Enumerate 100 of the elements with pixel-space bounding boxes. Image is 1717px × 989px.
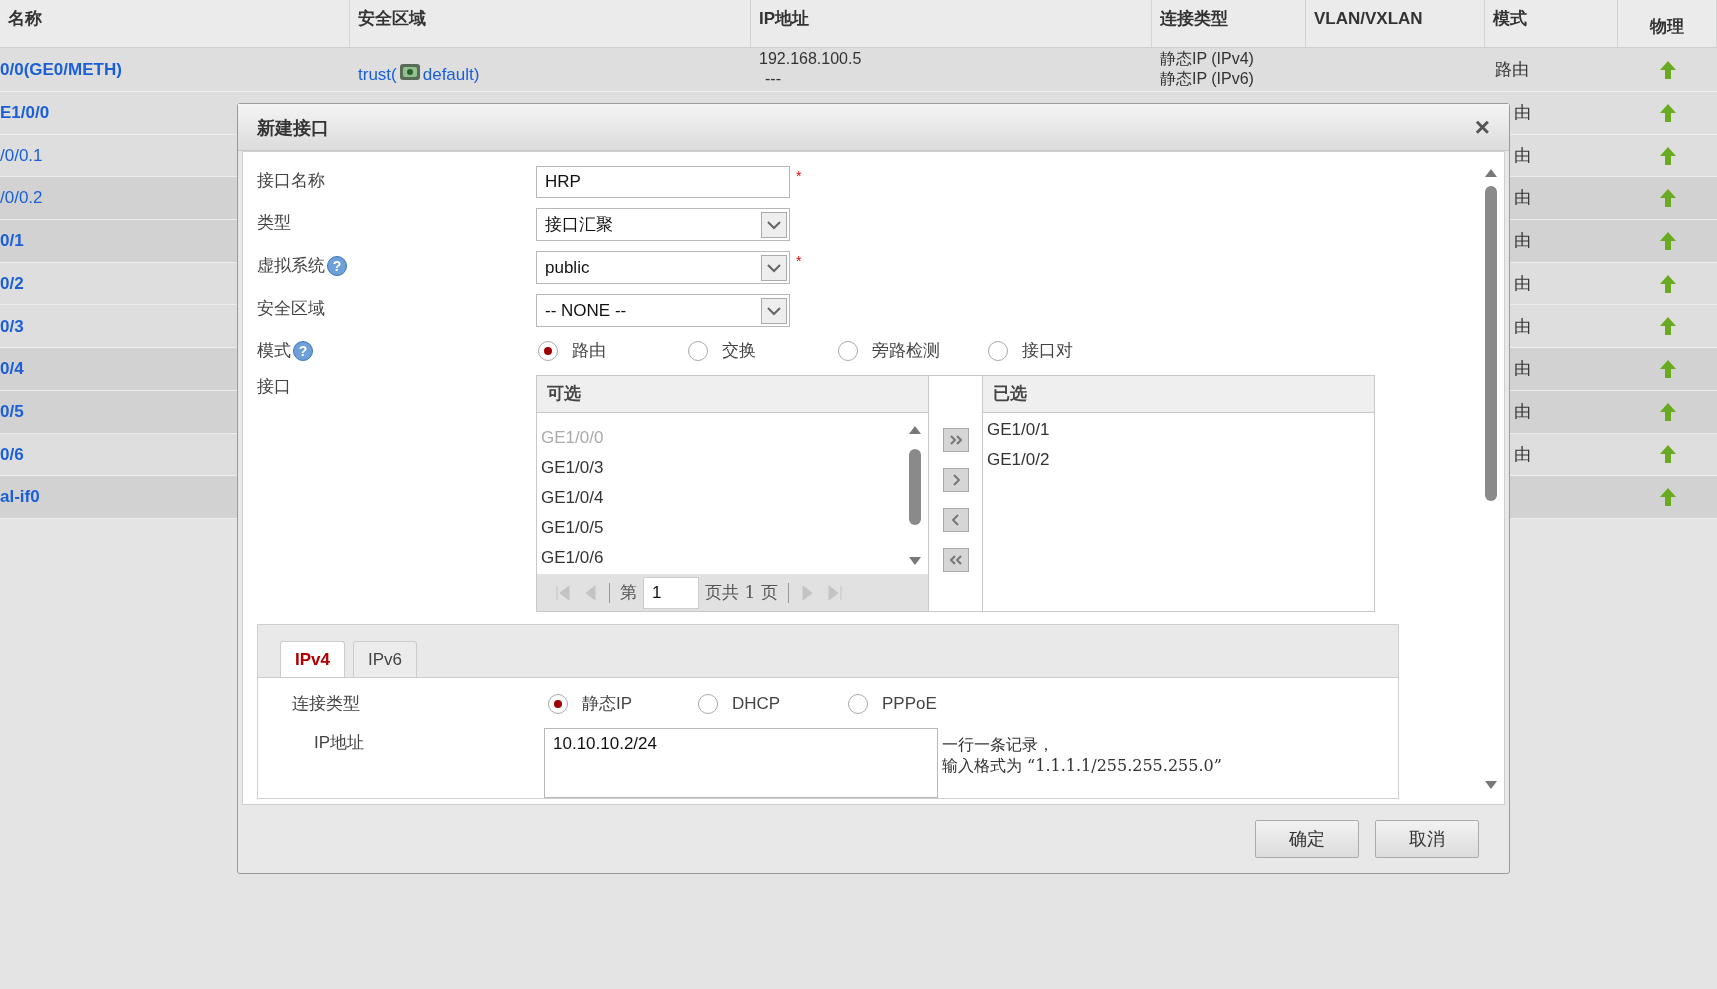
connection-type: 静态IP (IPv4) [1160, 49, 1254, 69]
list-item[interactable]: GE1/0/5 [541, 513, 902, 543]
page-field[interactable]: 1 [643, 576, 699, 609]
column-header[interactable]: 名称 [8, 6, 42, 32]
radio-label[interactable]: DHCP [732, 691, 781, 717]
dialog-button[interactable]: 取消 [1375, 820, 1479, 858]
interface-link[interactable]: 0/6 [0, 441, 24, 468]
up-arrow-icon [1658, 188, 1677, 209]
ip-address-field[interactable]: 10.10.10.2/24 [544, 728, 938, 798]
required-mark: * [796, 167, 802, 186]
field-label: 虚拟系统 [257, 254, 325, 278]
hint-text: 一行一条记录， [942, 734, 1055, 755]
up-arrow-icon [1658, 401, 1677, 422]
field-label: 接口名称 [257, 169, 325, 193]
mode-text: 由 [1513, 272, 1531, 295]
select-field[interactable]: 接口汇聚 [536, 208, 790, 241]
mode-text: 由 [1513, 358, 1531, 381]
move-button[interactable] [942, 428, 969, 452]
interface-link[interactable]: 0/2 [0, 270, 24, 297]
scroll-up-icon [908, 425, 922, 435]
zone-text[interactable]: default) [422, 61, 480, 88]
interface-link[interactable]: /0/0.2 [0, 185, 43, 211]
pager-label: 页共 1 页 [705, 580, 778, 604]
field-label: 安全区域 [257, 297, 325, 321]
radio-label[interactable]: 交换 [722, 338, 756, 364]
mode-text: 路由 [1494, 58, 1529, 81]
caret-icon [761, 211, 787, 238]
table-row[interactable]: 0/0(GE0/METH) trust( default) 192.168.100.5 --- 静态IP (IPv4) 静态IP (IPv6) 路由 [0, 48, 1717, 92]
ip-address: --- [764, 69, 781, 89]
interface-link[interactable]: al-if0 [0, 484, 40, 510]
radio-button[interactable] [548, 694, 568, 714]
interface-link[interactable]: 0/5 [0, 398, 24, 425]
radio-label[interactable]: 接口对 [1022, 338, 1073, 364]
scroll-down-icon [1484, 780, 1498, 790]
list-item[interactable]: GE1/0/1 [987, 415, 1374, 445]
interface-link[interactable]: E1/0/0 [0, 100, 50, 126]
dialog-title: 新建接口 [257, 115, 329, 140]
radio-label[interactable]: PPPoE [882, 691, 937, 717]
required-mark: * [796, 252, 802, 271]
first-prev-icon [555, 583, 599, 602]
radio-label[interactable]: 旁路检测 [872, 338, 940, 364]
interface-link[interactable]: 0/3 [0, 313, 24, 340]
move-button[interactable] [942, 468, 969, 492]
column-header[interactable]: VLAN/VXLAN [1314, 6, 1423, 32]
up-arrow-icon [1658, 358, 1677, 379]
chevron-icon [949, 514, 962, 526]
radio-button[interactable] [688, 341, 708, 361]
chevron-icon [949, 434, 962, 446]
column-header[interactable]: 连接类型 [1160, 6, 1228, 32]
field-label: IP地址 [314, 732, 366, 754]
caret-icon [761, 254, 787, 281]
field-label: 连接类型 [292, 692, 361, 716]
mode-text: 由 [1513, 400, 1531, 423]
radio-button[interactable] [988, 341, 1008, 361]
zone-text[interactable]: trust( [358, 61, 397, 88]
close-button[interactable]: × [1474, 114, 1490, 140]
radio-label[interactable]: 静态IP [582, 691, 633, 717]
select-field[interactable]: public [536, 251, 790, 284]
select-field[interactable]: -- NONE -- [536, 294, 790, 327]
ip-address: 192.168.100.5 [759, 49, 862, 69]
column-header[interactable]: 模式 [1493, 6, 1527, 32]
tab[interactable]: IPv4 [280, 641, 345, 677]
mode-text: 由 [1513, 443, 1531, 466]
list-item[interactable]: GE1/0/4 [541, 483, 902, 513]
tab[interactable]: IPv6 [353, 641, 417, 677]
up-arrow-icon [1658, 444, 1677, 465]
up-arrow-icon [1658, 59, 1677, 80]
text-field[interactable]: HRP [536, 166, 790, 198]
field-label: 接口 [257, 375, 291, 399]
radio-button[interactable] [838, 341, 858, 361]
mode-text: 由 [1513, 102, 1531, 125]
radio-button[interactable] [848, 694, 868, 714]
list-item[interactable]: GE1/0/3 [541, 453, 902, 483]
interface-link[interactable]: 0/4 [0, 356, 24, 382]
column-header[interactable]: 物理 [1650, 13, 1684, 39]
pager-label: 第 [620, 580, 637, 604]
scroll-down-icon [908, 556, 922, 566]
zone-icon [398, 61, 421, 82]
list-item[interactable]: GE1/0/6 [541, 543, 902, 573]
radio-button[interactable] [698, 694, 718, 714]
interface-link[interactable]: 0/0(GE0/METH) [0, 56, 122, 83]
move-button[interactable] [942, 548, 969, 572]
move-button[interactable] [942, 508, 969, 532]
interface-link[interactable]: /0/0.1 [0, 142, 43, 169]
radio-button[interactable] [538, 341, 558, 361]
column-header[interactable]: IP地址 [759, 6, 810, 32]
mode-text: 由 [1513, 230, 1531, 253]
radio-label[interactable]: 路由 [572, 338, 606, 364]
scrollbar-thumb[interactable] [909, 449, 921, 525]
dialog-button[interactable]: 确定 [1255, 820, 1359, 858]
up-arrow-icon [1658, 230, 1677, 251]
connection-type: 静态IP (IPv6) [1160, 69, 1254, 89]
mode-text: 由 [1513, 315, 1531, 338]
chevron-icon [949, 554, 962, 566]
field-label: 模式 [257, 339, 291, 363]
list-item[interactable]: GE1/0/2 [987, 445, 1374, 475]
scrollbar-thumb[interactable] [1485, 186, 1497, 501]
column-header[interactable]: 安全区域 [358, 6, 426, 32]
interface-link[interactable]: 0/1 [0, 228, 24, 254]
list-header: 已选 [983, 376, 1374, 413]
